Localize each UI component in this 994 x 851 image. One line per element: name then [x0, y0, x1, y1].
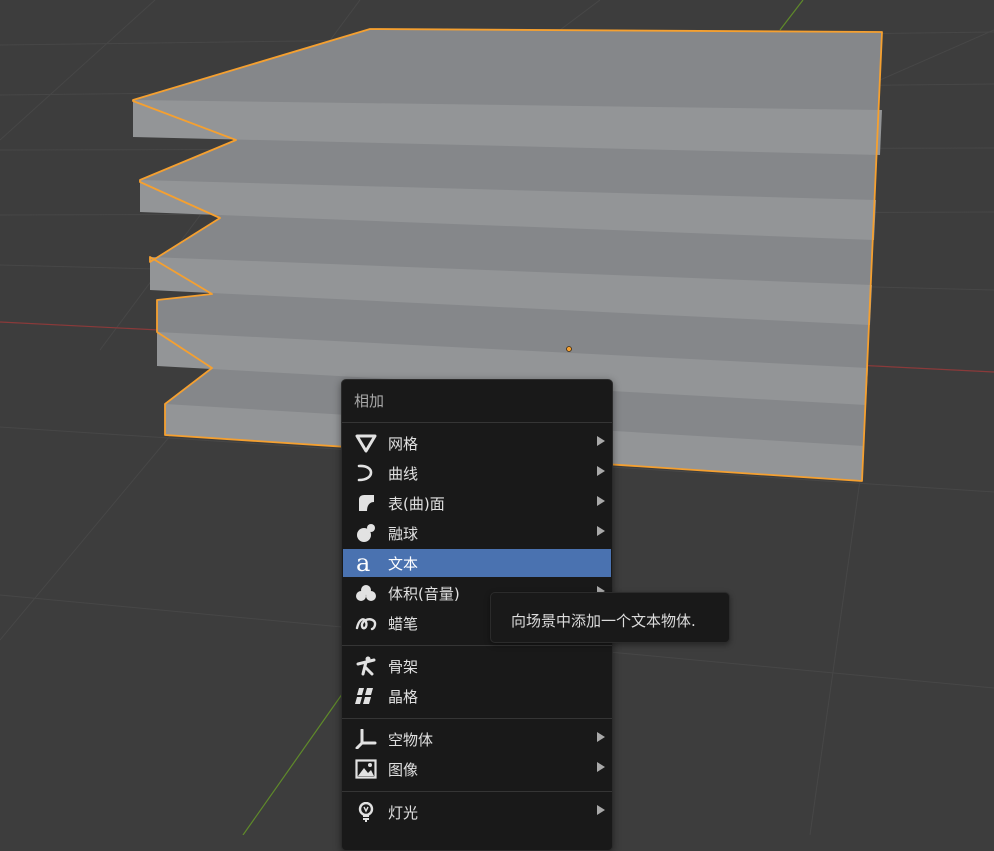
submenu-arrow-icon	[597, 526, 605, 536]
text-icon: a	[355, 553, 377, 573]
svg-text:a: a	[356, 553, 370, 573]
menu-item-label: 曲线	[388, 465, 419, 483]
surface-icon	[355, 493, 377, 513]
menu-item-light[interactable]: 灯光	[343, 798, 611, 826]
menu-divider	[342, 718, 612, 719]
menu-item-label: 网格	[388, 435, 419, 453]
empty-icon	[355, 729, 377, 749]
menu-item-label: 空物体	[388, 731, 434, 749]
menu-item-text[interactable]: a 文本	[343, 549, 611, 577]
menu-item-label: 蜡笔	[388, 615, 419, 633]
menu-item-label: 灯光	[388, 804, 419, 822]
tooltip: 向场景中添加一个文本物体.	[490, 592, 730, 643]
menu-item-curve[interactable]: 曲线	[343, 459, 611, 487]
menu-item-image[interactable]: 图像	[343, 755, 611, 783]
mesh-cone-icon	[355, 433, 377, 453]
tooltip-text: 向场景中添加一个文本物体.	[511, 612, 696, 630]
curve-icon	[355, 463, 377, 483]
submenu-arrow-icon	[597, 496, 605, 506]
menu-item-label: 表(曲)面	[388, 495, 445, 513]
grease-pencil-icon	[355, 613, 377, 633]
menu-item-mesh[interactable]: 网格	[343, 429, 611, 457]
submenu-arrow-icon	[597, 436, 605, 446]
lattice-icon	[355, 686, 377, 706]
menu-title: 相加	[354, 392, 385, 410]
armature-icon	[355, 656, 377, 676]
menu-item-empty[interactable]: 空物体	[343, 725, 611, 753]
menu-divider	[342, 791, 612, 792]
light-icon	[355, 802, 377, 822]
menu-item-surface[interactable]: 表(曲)面	[343, 489, 611, 517]
submenu-arrow-icon	[597, 466, 605, 476]
menu-divider	[342, 422, 612, 423]
menu-divider	[342, 645, 612, 646]
menu-item-label: 骨架	[388, 658, 419, 676]
image-icon	[355, 759, 377, 779]
menu-item-label: 文本	[388, 555, 419, 573]
metaball-icon	[355, 523, 377, 543]
submenu-arrow-icon	[597, 762, 605, 772]
volume-icon	[355, 583, 377, 603]
menu-item-label: 体积(音量)	[388, 585, 460, 603]
object-origin-dot	[566, 346, 572, 352]
menu-item-label: 图像	[388, 761, 419, 779]
menu-item-metaball[interactable]: 融球	[343, 519, 611, 547]
submenu-arrow-icon	[597, 732, 605, 742]
menu-item-label: 晶格	[388, 688, 419, 706]
menu-item-lattice[interactable]: 晶格	[343, 682, 611, 710]
menu-item-label: 融球	[388, 525, 419, 543]
submenu-arrow-icon	[597, 805, 605, 815]
menu-item-armature[interactable]: 骨架	[343, 652, 611, 680]
